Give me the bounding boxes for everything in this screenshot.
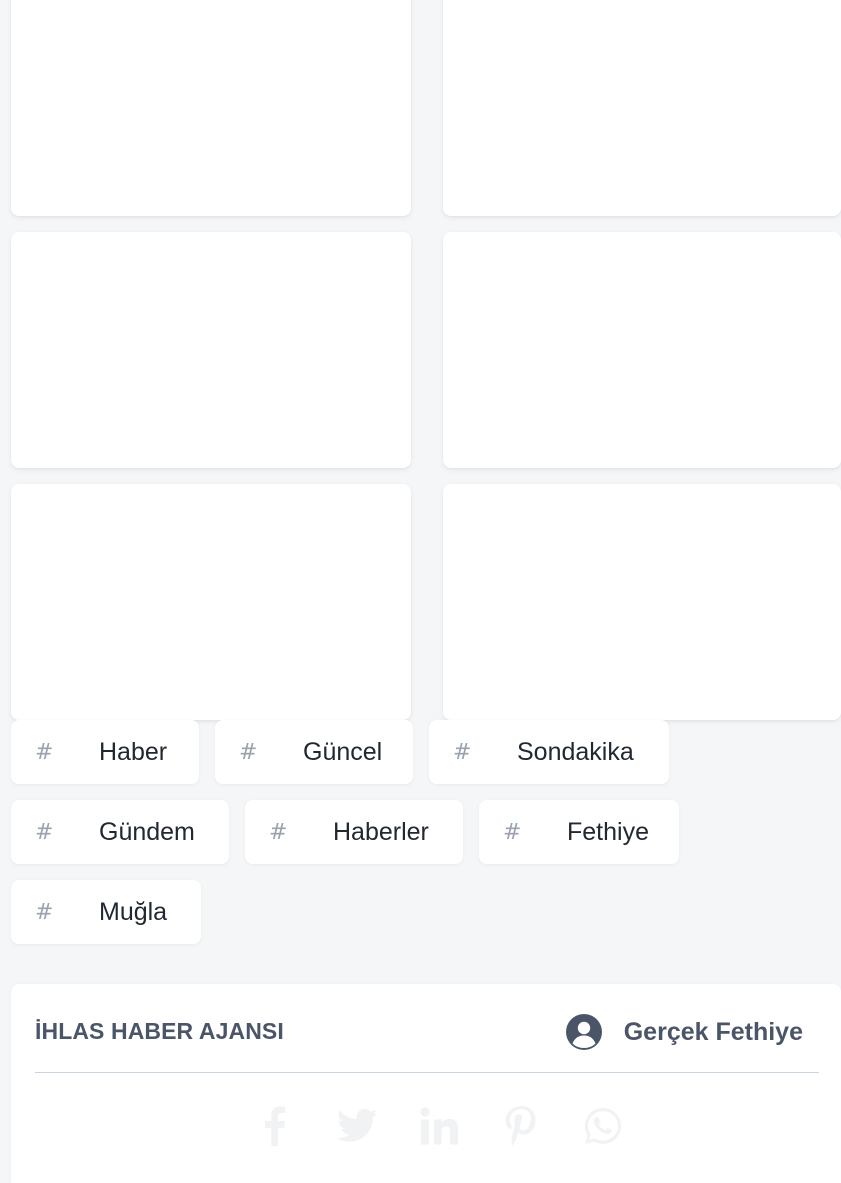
social-share-bar xyxy=(255,1106,623,1146)
agency-name: İHLAS HABER AJANSI xyxy=(35,1018,284,1044)
linkedin-icon[interactable] xyxy=(419,1106,459,1146)
facebook-icon[interactable] xyxy=(255,1106,295,1146)
author-box: İHLAS HABER AJANSI Gerçek Fethiye xyxy=(11,984,841,1183)
tag-label: Haber xyxy=(99,737,168,766)
hash-icon: # xyxy=(239,739,258,765)
divider xyxy=(35,1072,819,1073)
tag-fethiye[interactable]: # Fethiye xyxy=(479,800,679,864)
news-card[interactable] xyxy=(443,232,841,468)
whatsapp-icon[interactable] xyxy=(583,1106,623,1146)
pinterest-icon[interactable] xyxy=(501,1106,541,1146)
hash-icon: # xyxy=(453,739,472,765)
news-card[interactable] xyxy=(443,0,841,216)
hash-icon: # xyxy=(35,819,54,845)
tag-haber[interactable]: # Haber xyxy=(11,720,199,784)
hash-icon: # xyxy=(503,819,522,845)
tag-label: Sondakika xyxy=(517,737,634,766)
user-circle-icon xyxy=(565,1014,602,1050)
tag-label: Gündem xyxy=(99,817,195,846)
twitter-icon[interactable] xyxy=(337,1106,377,1146)
tag-mugla[interactable]: # Muğla xyxy=(11,880,201,944)
author-link[interactable]: Gerçek Fethiye xyxy=(565,1014,803,1050)
tag-label: Fethiye xyxy=(567,817,649,846)
hash-icon: # xyxy=(35,739,54,765)
tag-guncel[interactable]: # Güncel xyxy=(215,720,413,784)
tag-sondakika[interactable]: # Sondakika xyxy=(429,720,669,784)
hash-icon: # xyxy=(269,819,288,845)
tag-gundem[interactable]: # Gündem xyxy=(11,800,229,864)
author-name: Gerçek Fethiye xyxy=(623,1017,803,1046)
news-card[interactable] xyxy=(11,484,411,720)
news-card[interactable] xyxy=(11,0,411,216)
tag-haberler[interactable]: # Haberler xyxy=(245,800,463,864)
tag-label: Muğla xyxy=(99,897,168,926)
news-card[interactable] xyxy=(11,232,411,468)
tag-label: Haberler xyxy=(333,817,429,846)
tag-label: Güncel xyxy=(303,737,383,766)
news-card[interactable] xyxy=(443,484,841,720)
page: # Haber # Güncel # Sondakika # Gündem # … xyxy=(0,0,841,1183)
hash-icon: # xyxy=(35,899,54,925)
